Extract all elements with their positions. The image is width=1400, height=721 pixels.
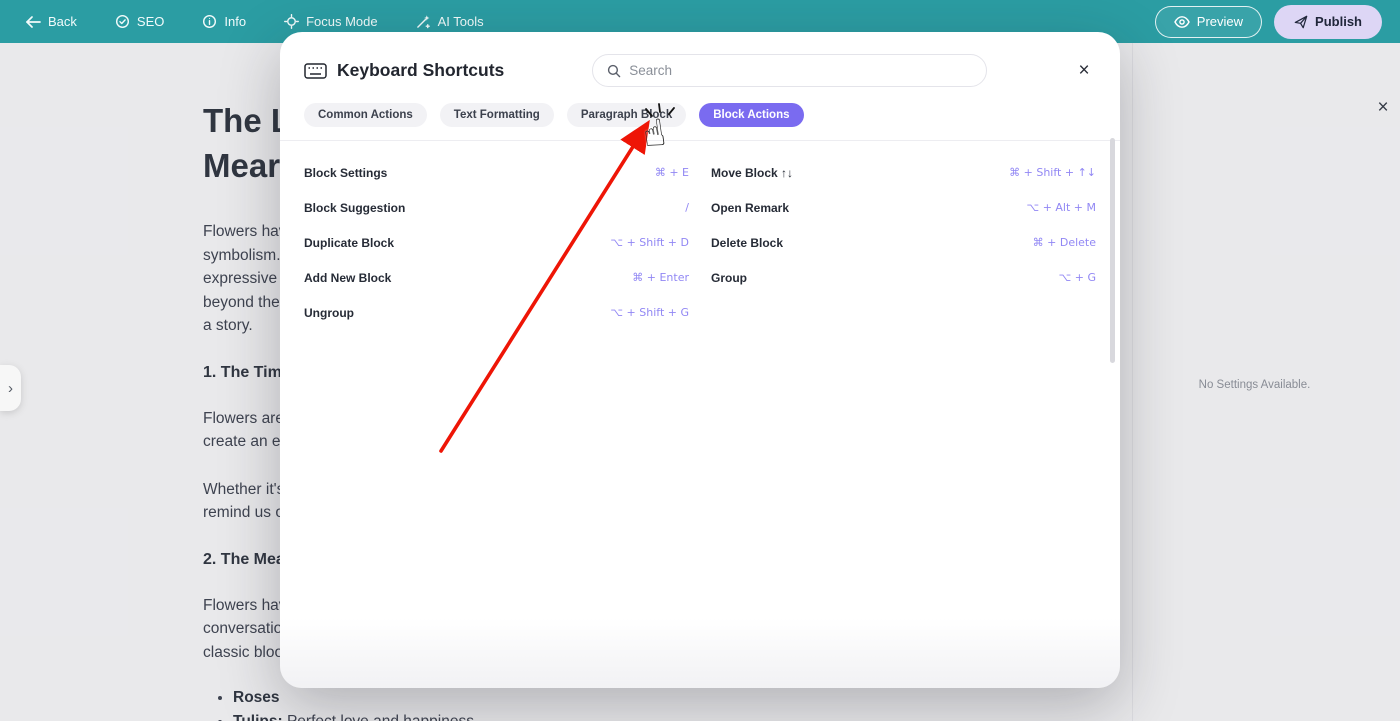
ai-tools-label: AI Tools [438, 14, 484, 29]
eye-icon [1174, 16, 1190, 28]
topbar-left-group: Back SEO Info Focus Mode AI Tools [26, 14, 484, 29]
shortcut-label: Delete Block [711, 236, 783, 250]
shortcut-row: Block Settings ⌘ + E [304, 155, 689, 190]
tab-block-actions[interactable]: Block Actions [699, 103, 803, 127]
focus-mode-label: Focus Mode [306, 14, 378, 29]
shortcut-row: Delete Block ⌘ + Delete [711, 225, 1096, 260]
tab-common-actions[interactable]: Common Actions [304, 103, 427, 127]
modal-scrollbar[interactable] [1110, 138, 1115, 363]
back-button[interactable]: Back [26, 14, 77, 29]
preview-label: Preview [1197, 14, 1243, 29]
shortcut-keys: ⌘ + E [655, 166, 689, 179]
shortcut-keys: ⌘ + Shift + ↑↓ [1009, 166, 1096, 179]
focus-mode-button[interactable]: Focus Mode [284, 14, 378, 29]
search-icon [607, 64, 621, 78]
shortcut-keys: ⌥ + Alt + M [1027, 201, 1096, 214]
info-label: Info [224, 14, 246, 29]
seo-button[interactable]: SEO [115, 14, 164, 29]
shortcut-column-left: Block Settings ⌘ + E Block Suggestion / … [304, 155, 689, 330]
modal-title: Keyboard Shortcuts [337, 60, 504, 81]
info-icon [202, 14, 217, 29]
ai-tools-button[interactable]: AI Tools [416, 14, 484, 29]
shortcut-label: Ungroup [304, 306, 354, 320]
keyboard-icon [304, 63, 327, 79]
shortcut-row: Ungroup ⌥ + Shift + G [304, 295, 689, 330]
shortcut-row: Open Remark ⌥ + Alt + M [711, 190, 1096, 225]
tab-text-formatting[interactable]: Text Formatting [440, 103, 554, 127]
shortcut-label: Block Settings [304, 166, 387, 180]
modal-close-button[interactable]: × [1072, 61, 1096, 81]
shortcut-keys: / [685, 201, 689, 214]
modal-header: Keyboard Shortcuts × [280, 32, 1120, 99]
shortcut-label: Block Suggestion [304, 201, 405, 215]
shortcut-keys: ⌘ + Delete [1033, 236, 1096, 249]
shortcut-keys: ⌘ + Enter [632, 271, 689, 284]
shortcut-row: Add New Block ⌘ + Enter [304, 260, 689, 295]
ai-tools-icon [416, 14, 431, 29]
focus-mode-icon [284, 14, 299, 29]
shortcut-label: Duplicate Block [304, 236, 394, 250]
search-input[interactable] [629, 63, 972, 78]
shortcut-column-right: Move Block ↑↓ ⌘ + Shift + ↑↓ Open Remark… [711, 155, 1096, 330]
seo-icon [115, 14, 130, 29]
search-box[interactable] [592, 54, 987, 87]
topbar-right-group: Preview Publish [1155, 5, 1382, 39]
send-icon [1294, 15, 1308, 29]
modal-title-group: Keyboard Shortcuts [304, 60, 504, 81]
shortcut-label: Move Block ↑↓ [711, 166, 793, 180]
shortcut-label: Group [711, 271, 747, 285]
preview-button[interactable]: Preview [1155, 6, 1262, 38]
shortcut-label: Open Remark [711, 201, 789, 215]
shortcut-keys: ⌥ + Shift + G [610, 306, 689, 319]
tab-paragraph-block[interactable]: Paragraph Block [567, 103, 686, 127]
back-label: Back [48, 14, 77, 29]
shortcut-row: Block Suggestion / [304, 190, 689, 225]
keyboard-shortcuts-modal: Keyboard Shortcuts × Common Actions Text… [280, 32, 1120, 688]
shortcut-keys: ⌥ + Shift + D [610, 236, 689, 249]
publish-button[interactable]: Publish [1274, 5, 1382, 39]
shortcut-row: Group ⌥ + G [711, 260, 1096, 295]
publish-label: Publish [1315, 14, 1362, 29]
shortcut-keys: ⌥ + G [1059, 271, 1096, 284]
back-arrow-icon [26, 16, 41, 28]
shortcut-row: Move Block ↑↓ ⌘ + Shift + ↑↓ [711, 155, 1096, 190]
shortcut-grid: Block Settings ⌘ + E Block Suggestion / … [280, 141, 1120, 330]
shortcut-label: Add New Block [304, 271, 391, 285]
shortcut-category-tabs: Common Actions Text Formatting Paragraph… [280, 99, 1120, 140]
shortcut-row: Duplicate Block ⌥ + Shift + D [304, 225, 689, 260]
info-button[interactable]: Info [202, 14, 246, 29]
seo-label: SEO [137, 14, 164, 29]
